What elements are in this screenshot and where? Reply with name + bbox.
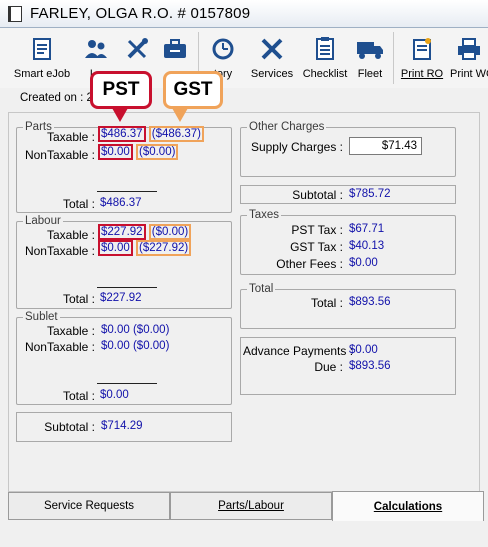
toolbox-icon	[162, 34, 188, 64]
labour-taxable-pst: $227.92	[98, 224, 146, 240]
gst-callout-tail	[172, 108, 188, 122]
due-label: Due :	[314, 360, 343, 374]
pst-callout-tail	[112, 108, 128, 122]
document-icon	[8, 5, 22, 22]
toolbar: Smart eJob Le tory Services Check	[0, 28, 488, 88]
taxes-legend: Taxes	[249, 209, 280, 221]
sublet-nontaxable-value: $0.00 ($0.00)	[101, 340, 170, 352]
right-subtotal-value: $785.72	[349, 188, 391, 200]
supply-charges-input[interactable]: $71.43	[349, 137, 422, 155]
sublet-legend: Sublet	[25, 311, 58, 323]
supply-charges-label: Supply Charges :	[250, 140, 343, 154]
gst-callout: GST	[163, 71, 223, 109]
parts-nontaxable-pst: $0.00	[98, 144, 133, 160]
other-fees-label: Other Fees :	[276, 257, 343, 271]
fleet-button[interactable]: Fleet	[354, 34, 386, 84]
services-button[interactable]: Services	[248, 34, 296, 84]
wrench-screwdriver-icon	[260, 34, 284, 64]
labour-nontaxable-label: NonTaxable :	[24, 244, 95, 258]
advance-payments-label: Advance Payments :	[243, 344, 354, 358]
labour-legend: Labour	[25, 215, 61, 227]
smart-ejob-button[interactable]: Smart eJob	[12, 34, 72, 84]
sublet-taxable-value: $0.00 ($0.00)	[101, 324, 170, 336]
parts-nontaxable-gst: ($0.00)	[135, 144, 179, 160]
sublet-total-label: Total :	[62, 389, 95, 403]
grand-total-value: $893.56	[349, 296, 391, 308]
sublet-total-value: $0.00	[100, 389, 129, 401]
pst-tax-value: $67.71	[349, 223, 385, 235]
parts-taxable-gst: ($486.37)	[148, 126, 205, 142]
tools-icon	[125, 34, 149, 64]
labour-total-rule	[97, 287, 157, 288]
checklist-icon	[314, 34, 336, 64]
left-subtotal-value: $714.29	[101, 420, 143, 432]
parts-taxable-pst: $486.37	[98, 126, 146, 142]
tab-service-requests[interactable]: Service Requests	[8, 492, 170, 520]
print-ro-icon	[411, 34, 433, 64]
advance-payments-value: $0.00	[349, 344, 378, 356]
labour-taxable-label: Taxable :	[46, 228, 95, 242]
labour-nontaxable-pst: $0.00	[98, 240, 133, 256]
parts-total-rule	[97, 191, 157, 192]
calculations-panel: Parts Taxable : $486.37 ($486.37) NonTax…	[8, 112, 480, 492]
checklist-button[interactable]: Checklist	[302, 34, 348, 84]
tab-parts-labour[interactable]: Parts/Labour	[170, 492, 332, 520]
toolbar-separator	[393, 32, 394, 84]
labour-nontaxable-gst: ($227.92)	[135, 240, 192, 256]
gst-tax-value: $40.13	[349, 240, 385, 252]
printer-icon	[456, 34, 482, 64]
print-ro-button[interactable]: Print RO	[400, 34, 444, 84]
tab-calculations[interactable]: Calculations	[332, 491, 484, 521]
other-fees-value: $0.00	[349, 257, 378, 269]
parts-nontaxable-label: NonTaxable :	[24, 148, 95, 162]
pst-tax-label: PST Tax :	[291, 223, 343, 237]
total-legend: Total	[249, 283, 274, 295]
labour-total-value: $227.92	[100, 292, 142, 304]
grand-total-label: Total :	[310, 296, 343, 310]
truck-icon	[356, 34, 384, 64]
left-subtotal-label: Subtotal :	[44, 420, 95, 434]
print-wo-button[interactable]: Print WO	[450, 34, 488, 84]
smart-ejob-icon	[31, 34, 53, 64]
tab-strip: Service Requests Parts/Labour Calculatio…	[8, 491, 488, 522]
window-title: FARLEY, OLGA R.O. # 0157809	[30, 5, 251, 22]
history-icon	[210, 34, 236, 64]
pst-callout: PST	[90, 71, 152, 109]
sublet-total-rule	[97, 383, 157, 384]
users-icon	[83, 34, 109, 64]
sublet-taxable-label: Taxable :	[46, 324, 95, 338]
parts-total-label: Total :	[62, 197, 95, 211]
labour-total-label: Total :	[62, 292, 95, 306]
right-subtotal-label: Subtotal :	[292, 188, 343, 202]
due-value: $893.56	[349, 360, 391, 372]
sublet-nontaxable-label: NonTaxable :	[24, 340, 95, 354]
labour-taxable-gst: ($0.00)	[148, 224, 192, 240]
parts-taxable-label: Taxable :	[46, 130, 95, 144]
parts-total-value: $486.37	[100, 197, 142, 209]
other-charges-legend: Other Charges	[249, 121, 325, 133]
created-on-label: Created on : 2	[20, 92, 93, 104]
window-titlebar: FARLEY, OLGA R.O. # 0157809	[0, 0, 488, 28]
gst-tax-label: GST Tax :	[290, 240, 343, 254]
